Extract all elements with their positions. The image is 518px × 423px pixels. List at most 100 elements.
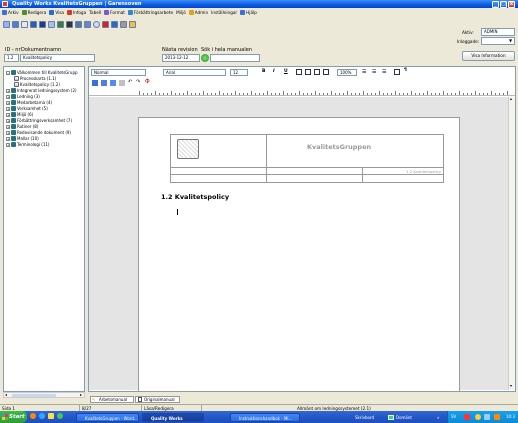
aktiv-user-field[interactable]: ADMIN bbox=[481, 28, 515, 36]
pilcrow-button[interactable]: ¶ bbox=[404, 68, 407, 73]
tree-hscroll[interactable]: ◂ ▸ bbox=[3, 392, 85, 398]
document-icon[interactable] bbox=[21, 20, 28, 28]
pdf-icon[interactable] bbox=[110, 80, 116, 86]
menu-admin[interactable]: Admin bbox=[188, 10, 208, 15]
chart-icon[interactable] bbox=[57, 20, 64, 28]
minimize-button[interactable]: _ bbox=[492, 1, 499, 8]
bold-button[interactable]: B bbox=[262, 69, 265, 74]
id-field[interactable]: 1.2 bbox=[4, 54, 19, 62]
toolbar-domant[interactable]: Domänt bbox=[396, 413, 412, 422]
ie-icon[interactable] bbox=[39, 413, 45, 419]
collapse-icon[interactable]: − bbox=[6, 70, 10, 75]
security-icon[interactable] bbox=[494, 414, 500, 420]
menu-hj-lp[interactable]: Hjälp bbox=[240, 10, 257, 15]
firefox-icon[interactable] bbox=[30, 413, 36, 419]
expand-icon[interactable]: + bbox=[6, 130, 10, 135]
folder-icon[interactable] bbox=[30, 20, 37, 28]
numbered-list-icon[interactable]: ☰ bbox=[372, 69, 376, 75]
justify-icon[interactable] bbox=[323, 69, 329, 75]
folder-quicklaunch-icon[interactable] bbox=[48, 413, 54, 419]
expand-icon[interactable]: + bbox=[6, 136, 10, 141]
scroll-left-icon[interactable]: ◂ bbox=[5, 392, 7, 397]
task-word[interactable]: KvalitetsGruppen - Word... bbox=[76, 413, 139, 422]
grid-icon[interactable] bbox=[84, 20, 91, 28]
expand-icon[interactable]: + bbox=[6, 112, 10, 117]
scroll-right-icon[interactable]: ▸ bbox=[80, 392, 82, 397]
tree-node[interactable]: Processkarta (1.1) bbox=[14, 76, 56, 81]
save-doc-icon[interactable] bbox=[92, 80, 98, 86]
document-page[interactable]: KvalitetsGruppen 1.2 Kvalitetspolicy 1.2… bbox=[138, 117, 460, 392]
tree-node[interactable]: + Integrerat ledningssystem (2) bbox=[6, 88, 77, 93]
binoculars-icon[interactable] bbox=[66, 20, 73, 28]
tree-node[interactable]: + Rutiner (8) bbox=[6, 124, 38, 129]
tree-node[interactable]: + Medarbetarna (4) bbox=[6, 100, 52, 105]
tree-node[interactable]: + Verksamhet (5) bbox=[6, 106, 48, 111]
menu-inst-llningar[interactable]: Inställningar bbox=[211, 10, 237, 15]
expand-icon[interactable]: + bbox=[6, 94, 10, 99]
undo-icon[interactable]: ↶ bbox=[128, 79, 132, 85]
zoom-select[interactable]: 100% bbox=[337, 69, 357, 76]
chevron-down-icon[interactable]: ▼ bbox=[509, 38, 512, 43]
tree-node[interactable]: + Ledning (3) bbox=[6, 94, 40, 99]
italic-button[interactable]: I bbox=[273, 69, 275, 74]
tree-scroll-thumb[interactable] bbox=[12, 394, 56, 397]
underline-button[interactable]: U bbox=[284, 69, 288, 74]
task-instruktionshandbok[interactable]: Instruktionshandbok - Mi... bbox=[230, 413, 300, 422]
scroll-down-icon[interactable]: ▾ bbox=[510, 383, 512, 388]
expand-icon[interactable]: + bbox=[6, 106, 10, 111]
task-quality-works[interactable]: Quality Works bbox=[142, 413, 204, 422]
revision-date-field[interactable]: 2013-12-12 bbox=[162, 54, 200, 62]
stop-icon[interactable] bbox=[102, 20, 109, 28]
users-icon[interactable] bbox=[48, 20, 55, 28]
menu-f-rb-ttringsarbete[interactable]: Förbättringsarbete bbox=[127, 10, 173, 15]
tree-node[interactable]: + Miljö (6) bbox=[6, 112, 33, 117]
align-center-icon[interactable] bbox=[305, 69, 311, 75]
table-insert-icon[interactable] bbox=[394, 69, 400, 75]
book-icon[interactable] bbox=[111, 20, 118, 28]
list-icon[interactable] bbox=[39, 20, 46, 28]
lock-icon[interactable] bbox=[129, 20, 136, 28]
align-left-icon[interactable] bbox=[296, 69, 302, 75]
scroll-up-icon[interactable]: ▴ bbox=[510, 96, 512, 101]
clock-icon[interactable] bbox=[93, 20, 100, 28]
expand-icon[interactable]: + bbox=[6, 88, 10, 93]
maximize-button[interactable]: □ bbox=[500, 1, 507, 8]
menu-redigera[interactable]: Redigera bbox=[21, 10, 46, 15]
menu-milj-[interactable]: Miljö bbox=[176, 10, 186, 15]
expand-tray-icon[interactable]: » bbox=[437, 413, 439, 422]
docname-field[interactable]: Kvalitetspolicy bbox=[20, 54, 95, 62]
expand-icon[interactable]: + bbox=[6, 100, 10, 105]
style-select[interactable]: Normal bbox=[91, 69, 146, 76]
menu-arkiv[interactable]: Arkiv bbox=[2, 10, 19, 15]
menu-visa[interactable]: Visa bbox=[49, 10, 64, 15]
tree-node[interactable]: − Välkommen till KvalitetsGrupp bbox=[6, 70, 78, 75]
search-input[interactable] bbox=[210, 54, 260, 62]
redo-icon[interactable]: ↷ bbox=[136, 79, 140, 85]
menu-format[interactable]: Format bbox=[104, 10, 125, 15]
tree-node[interactable]: + Förbättringsverksamhet (7) bbox=[6, 118, 72, 123]
tree-node[interactable]: + Mallar (10) bbox=[6, 136, 39, 141]
tree-node[interactable]: + Terminologi (11) bbox=[6, 142, 49, 147]
tab-arbetsmanual[interactable]: Arbetsmanual bbox=[90, 396, 134, 403]
tree-node[interactable]: + Redovisande dokument (9) bbox=[6, 130, 71, 135]
expand-icon[interactable]: + bbox=[6, 124, 10, 129]
menu-tabell[interactable]: Tabell bbox=[89, 10, 101, 15]
bullet-list-icon[interactable]: ☰ bbox=[362, 69, 366, 75]
tray-app-icon[interactable] bbox=[464, 414, 470, 420]
start-button[interactable]: Start bbox=[0, 411, 27, 423]
print-icon[interactable] bbox=[12, 20, 19, 28]
network-icon[interactable] bbox=[475, 414, 481, 420]
font-select[interactable]: Arial bbox=[163, 69, 226, 76]
volume-icon[interactable] bbox=[484, 414, 490, 420]
expand-icon[interactable]: + bbox=[6, 118, 10, 123]
key-icon[interactable] bbox=[120, 20, 127, 28]
app-quicklaunch-icon[interactable] bbox=[57, 413, 63, 419]
close-button[interactable]: x bbox=[508, 1, 515, 8]
expand-icon[interactable]: + bbox=[6, 142, 10, 147]
search-go-icon[interactable] bbox=[201, 54, 209, 62]
table-icon[interactable] bbox=[75, 20, 82, 28]
save-icon[interactable] bbox=[3, 20, 10, 28]
language-indicator[interactable]: SV bbox=[451, 411, 456, 423]
align-right-icon[interactable] bbox=[314, 69, 320, 75]
special-char-icon[interactable]: Φ bbox=[145, 78, 150, 85]
